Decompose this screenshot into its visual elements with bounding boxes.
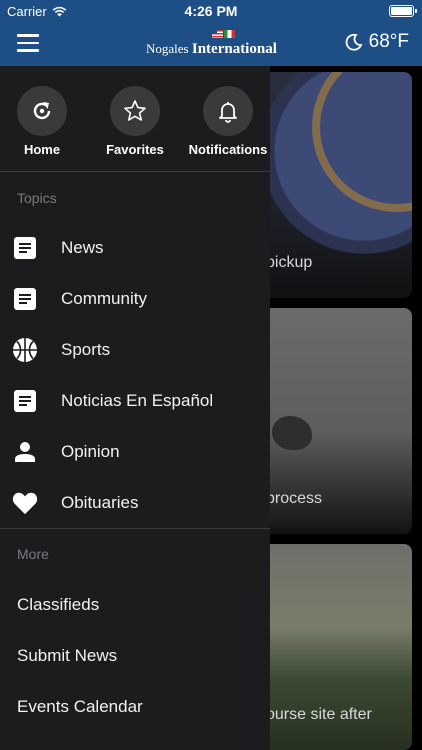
article-caption: process — [266, 490, 323, 507]
article-card[interactable]: pickup — [252, 72, 412, 298]
heart-icon — [12, 490, 38, 516]
topic-item-opinion[interactable]: Opinion — [0, 426, 270, 477]
status-time: 4:26 PM — [184, 3, 238, 19]
topics-heading: Topics — [17, 190, 57, 206]
top-bar: Carrier 4:26 PM Nogales International 68… — [0, 0, 422, 66]
topic-item-sports[interactable]: Sports — [0, 324, 270, 375]
weather-widget[interactable]: 68°F — [345, 31, 409, 53]
document-icon — [12, 286, 38, 312]
quick-links: Home Favorites Notifications — [0, 66, 270, 172]
article-card[interactable]: process — [252, 308, 412, 534]
topic-label: Sports — [61, 339, 111, 359]
topic-item-community[interactable]: Community — [0, 273, 270, 324]
refresh-home-icon — [33, 102, 51, 120]
logo-text-nogales: Nogales — [146, 41, 192, 56]
hamburger-icon[interactable] — [17, 34, 39, 52]
favorites-label: Favorites — [106, 142, 164, 157]
topic-item-news[interactable]: News — [0, 222, 270, 273]
moon-icon — [345, 33, 363, 51]
topic-label: Obituaries — [61, 492, 139, 512]
status-bar: Carrier 4:26 PM — [0, 0, 422, 22]
document-icon — [12, 388, 38, 414]
more-item-classifieds[interactable]: Classifieds — [17, 595, 99, 615]
document-icon — [12, 235, 38, 261]
topic-label: Opinion — [61, 441, 120, 461]
star-icon — [124, 100, 146, 121]
article-card[interactable]: ourse site after — [252, 544, 412, 750]
topic-item-obituaries[interactable]: Obituaries — [0, 477, 270, 528]
flags-icon — [212, 30, 235, 38]
more-heading: More — [17, 546, 49, 562]
home-button[interactable]: Home — [0, 86, 87, 157]
app-header: Nogales International 68°F — [0, 22, 422, 66]
notifications-button[interactable]: Notifications — [183, 86, 273, 157]
more-item-events-calendar[interactable]: Events Calendar — [17, 697, 143, 717]
more-item-submit-news[interactable]: Submit News — [17, 646, 117, 666]
favorites-button[interactable]: Favorites — [90, 86, 180, 157]
article-caption: ourse site after — [266, 706, 372, 723]
bell-icon — [219, 102, 237, 123]
battery-icon — [389, 5, 417, 17]
navigation-drawer: Home Favorites Notifications Topics News… — [0, 66, 270, 750]
topic-label: News — [61, 237, 104, 257]
weather-temp: 68°F — [368, 31, 409, 52]
logo-text-international: International — [191, 41, 277, 57]
person-icon — [12, 439, 38, 465]
article-caption: pickup — [266, 254, 313, 271]
topic-label: Community — [61, 288, 147, 308]
app-logo[interactable]: Nogales International — [146, 30, 278, 60]
basketball-icon — [12, 337, 38, 363]
topic-item-noticias[interactable]: Noticias En Español — [0, 375, 270, 426]
topic-label: Noticias En Español — [61, 390, 214, 410]
section-divider — [0, 528, 270, 529]
notifications-label: Notifications — [188, 142, 268, 157]
home-label: Home — [23, 142, 61, 157]
